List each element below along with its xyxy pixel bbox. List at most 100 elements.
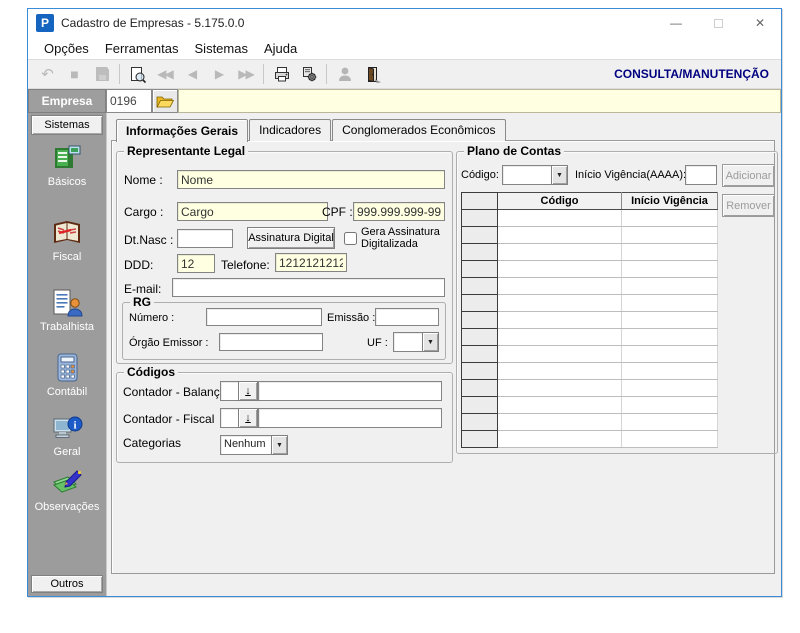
cell-inicio-vigencia[interactable]	[622, 210, 718, 227]
table-row[interactable]	[462, 329, 718, 346]
cell-inicio-vigencia[interactable]	[622, 329, 718, 346]
contador-fiscal-name-input[interactable]	[258, 408, 442, 428]
nav-first-button[interactable]: ◀◀	[151, 62, 178, 86]
row-selector[interactable]	[462, 363, 498, 380]
remover-button[interactable]: Remover	[722, 194, 775, 217]
cell-codigo[interactable]	[498, 295, 622, 312]
row-selector[interactable]	[462, 312, 498, 329]
sidebar-item-basicos[interactable]: Básicos	[28, 141, 106, 188]
telefone-input[interactable]	[275, 253, 347, 272]
sidebar-header-sistemas[interactable]: Sistemas	[31, 115, 103, 135]
vigencia-input[interactable]	[685, 165, 717, 185]
cell-inicio-vigencia[interactable]	[622, 346, 718, 363]
save-button[interactable]	[88, 62, 115, 86]
chevron-down-icon[interactable]: ▼	[271, 435, 288, 455]
cell-inicio-vigencia[interactable]	[622, 414, 718, 431]
contador-balanco-code-input[interactable]	[220, 381, 239, 401]
table-row[interactable]	[462, 431, 718, 448]
rg-uf-combo[interactable]: ▼	[393, 332, 439, 352]
cell-inicio-vigencia[interactable]	[622, 278, 718, 295]
cell-codigo[interactable]	[498, 329, 622, 346]
cell-inicio-vigencia[interactable]	[622, 380, 718, 397]
cell-inicio-vigencia[interactable]	[622, 244, 718, 261]
menu-opcoes[interactable]: Opções	[36, 39, 97, 58]
row-selector[interactable]	[462, 227, 498, 244]
table-row[interactable]	[462, 210, 718, 227]
exit-button[interactable]	[358, 62, 385, 86]
contador-fiscal-code-input[interactable]	[220, 408, 239, 428]
undo-button[interactable]: ↶	[34, 62, 61, 86]
cell-inicio-vigencia[interactable]	[622, 397, 718, 414]
sidebar-item-contabil[interactable]: Contábil	[28, 351, 106, 398]
plano-codigo-combo[interactable]: ▼	[502, 165, 568, 185]
sidebar-item-fiscal[interactable]: Fiscal	[28, 216, 106, 263]
table-row[interactable]	[462, 227, 718, 244]
close-button[interactable]: ✕	[739, 9, 781, 37]
cell-inicio-vigencia[interactable]	[622, 227, 718, 244]
empresa-code-input[interactable]	[106, 89, 152, 113]
cargo-input[interactable]	[177, 202, 328, 221]
row-selector[interactable]	[462, 210, 498, 227]
sidebar-item-geral[interactable]: i Geral	[28, 411, 106, 458]
menu-ajuda[interactable]: Ajuda	[256, 39, 305, 58]
print-button[interactable]	[268, 62, 295, 86]
row-selector[interactable]	[462, 431, 498, 448]
table-row[interactable]	[462, 414, 718, 431]
print-preview-button[interactable]	[124, 62, 151, 86]
table-row[interactable]	[462, 397, 718, 414]
cell-codigo[interactable]	[498, 346, 622, 363]
adicionar-button[interactable]: Adicionar	[722, 164, 775, 187]
sidebar-item-observacoes[interactable]: Observações	[28, 466, 106, 513]
cell-inicio-vigencia[interactable]	[622, 312, 718, 329]
rg-numero-input[interactable]	[206, 308, 322, 326]
nav-prev-button[interactable]: ◀	[178, 62, 205, 86]
tab-indicadores[interactable]: Indicadores	[249, 119, 331, 141]
row-selector[interactable]	[462, 244, 498, 261]
assinatura-digital-button[interactable]: Assinatura Digital	[247, 227, 335, 249]
sidebar-item-trabalhista[interactable]: Trabalhista	[28, 286, 106, 333]
table-row[interactable]	[462, 278, 718, 295]
row-selector[interactable]	[462, 278, 498, 295]
cell-codigo[interactable]	[498, 210, 622, 227]
cell-codigo[interactable]	[498, 244, 622, 261]
row-selector[interactable]	[462, 346, 498, 363]
row-selector[interactable]	[462, 295, 498, 312]
dtnasc-input[interactable]	[177, 229, 233, 248]
stop-button[interactable]: ■	[61, 62, 88, 86]
row-selector[interactable]	[462, 261, 498, 278]
cell-inicio-vigencia[interactable]	[622, 295, 718, 312]
cell-codigo[interactable]	[498, 414, 622, 431]
contador-balanco-name-input[interactable]	[258, 381, 442, 401]
contador-balanco-lookup-button[interactable]: ↓	[238, 381, 258, 401]
chevron-down-icon[interactable]: ▼	[422, 332, 439, 352]
user-button[interactable]	[331, 62, 358, 86]
cell-codigo[interactable]	[498, 363, 622, 380]
table-row[interactable]	[462, 295, 718, 312]
row-selector[interactable]	[462, 380, 498, 397]
table-row[interactable]	[462, 261, 718, 278]
cell-codigo[interactable]	[498, 397, 622, 414]
contador-fiscal-lookup-button[interactable]: ↓	[238, 408, 258, 428]
menu-sistemas[interactable]: Sistemas	[187, 39, 256, 58]
row-selector[interactable]	[462, 329, 498, 346]
cell-inicio-vigencia[interactable]	[622, 363, 718, 380]
table-row[interactable]	[462, 244, 718, 261]
categorias-combo[interactable]: Nenhum ▼	[220, 435, 288, 455]
gera-assinatura-checkbox[interactable]	[344, 232, 357, 245]
cell-codigo[interactable]	[498, 312, 622, 329]
minimize-button[interactable]: —	[655, 9, 697, 37]
cell-codigo[interactable]	[498, 380, 622, 397]
chevron-down-icon[interactable]: ▼	[551, 165, 568, 185]
cell-codigo[interactable]	[498, 261, 622, 278]
cell-codigo[interactable]	[498, 431, 622, 448]
nav-last-button[interactable]: ▶▶	[232, 62, 259, 86]
rg-emissao-input[interactable]	[375, 308, 439, 326]
nav-next-button[interactable]: ▶	[205, 62, 232, 86]
email-input[interactable]	[172, 278, 445, 297]
rg-orgao-input[interactable]	[219, 333, 323, 351]
row-selector[interactable]	[462, 397, 498, 414]
print-setup-button[interactable]	[295, 62, 322, 86]
cpf-input[interactable]	[353, 202, 445, 221]
table-row[interactable]	[462, 363, 718, 380]
table-row[interactable]	[462, 312, 718, 329]
